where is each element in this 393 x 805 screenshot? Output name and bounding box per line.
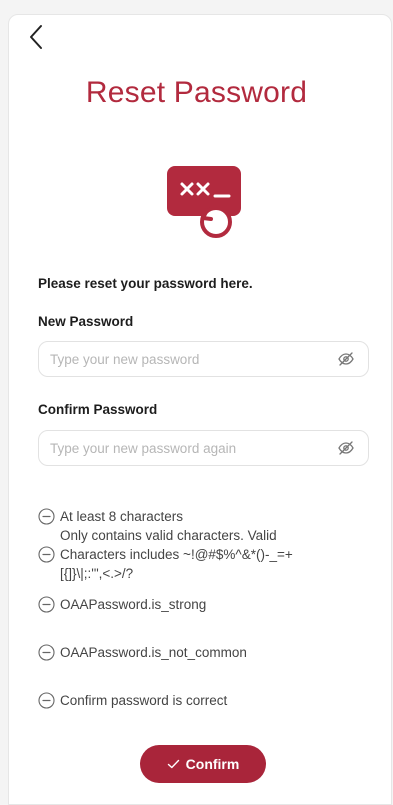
chevron-left-icon — [30, 25, 42, 49]
check-icon — [167, 759, 180, 769]
confirm-password-visibility-toggle[interactable] — [336, 438, 356, 458]
rule-is-not-common: OAAPassword.is_not_common — [38, 643, 368, 662]
page-title: Reset Password — [85, 76, 308, 109]
new-password-label: New Password — [38, 314, 134, 329]
back-button[interactable] — [24, 22, 48, 52]
confirm-password-label: Confirm Password — [38, 402, 158, 417]
rule-confirm-match: Confirm password is correct — [38, 691, 368, 710]
rule-text: [{]}\|;:'",<.>/? — [60, 566, 134, 581]
confirm-password-input[interactable] — [39, 431, 336, 465]
minus-circle-icon — [38, 508, 55, 525]
rule-text: Characters includes ~!@#$%^&*()-_=+ — [60, 547, 293, 562]
intro-text: Please reset your password here. — [38, 276, 253, 291]
confirm-button-label: Confirm — [185, 756, 240, 772]
rule-is-strong: OAAPassword.is_strong — [38, 595, 368, 614]
confirm-button[interactable]: Confirm — [140, 745, 266, 783]
new-password-field — [38, 341, 369, 377]
minus-circle-icon — [38, 644, 55, 661]
rule-min-length: At least 8 characters Only contains vali… — [38, 507, 368, 545]
minus-circle-icon — [38, 692, 55, 709]
rule-text: OAAPassword.is_not_common — [60, 645, 247, 660]
rule-valid-characters: Characters includes ~!@#$%^&*()-_=+ [{]}… — [38, 545, 368, 583]
rule-text: Confirm password is correct — [60, 693, 228, 708]
minus-circle-icon — [38, 596, 55, 613]
new-password-input[interactable] — [39, 342, 336, 376]
rule-text: OAAPassword.is_strong — [60, 597, 207, 612]
rule-text: At least 8 characters — [60, 509, 184, 524]
eye-slash-icon — [338, 352, 354, 366]
eye-slash-icon — [338, 441, 354, 455]
rule-text: Only contains valid characters. Valid — [60, 528, 277, 543]
password-reset-icon — [165, 166, 245, 240]
confirm-password-field — [38, 430, 369, 466]
minus-circle-icon — [38, 546, 55, 563]
new-password-visibility-toggle[interactable] — [336, 349, 356, 369]
